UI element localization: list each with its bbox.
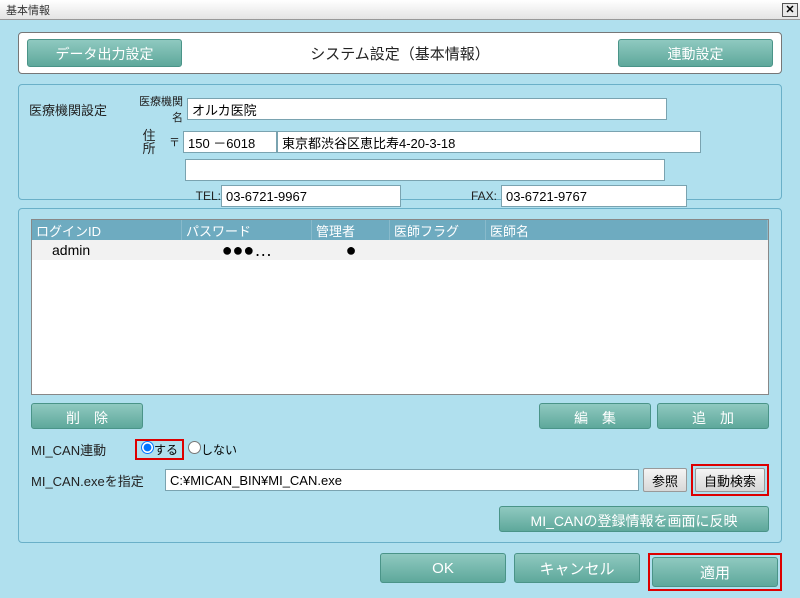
cell-login: admin	[32, 242, 182, 258]
address-label-2: 所	[141, 142, 157, 155]
th-admin: 管理者	[312, 220, 390, 240]
mican-link-label: MI_CAN連動	[31, 440, 131, 459]
zip-label: 〒	[169, 134, 183, 150]
delete-button[interactable]: 削 除	[31, 403, 143, 429]
auto-search-button[interactable]: 自動検索	[695, 468, 765, 492]
table-row[interactable]: admin ●●●… ●	[32, 240, 768, 260]
ok-button[interactable]: OK	[380, 553, 506, 583]
radio-no[interactable]: しない	[188, 441, 237, 458]
users-table[interactable]: ログインID パスワード 管理者 医師フラグ 医師名 admin ●●●… ●	[31, 219, 769, 395]
cell-password: ●●●…	[182, 240, 312, 261]
page-title: システム設定（基本情報）	[192, 43, 608, 64]
th-doctor-flag: 医師フラグ	[390, 220, 486, 240]
cancel-button[interactable]: キャンセル	[514, 553, 640, 583]
address1-input[interactable]	[277, 131, 701, 153]
apply-button[interactable]: 適用	[652, 557, 778, 587]
users-section: ログインID パスワード 管理者 医師フラグ 医師名 admin ●●●… ● …	[18, 208, 782, 543]
link-settings-button[interactable]: 連動設定	[618, 39, 773, 67]
facility-name-input[interactable]	[187, 98, 667, 120]
tel-label: TEL:	[185, 189, 221, 203]
th-password: パスワード	[182, 220, 312, 240]
add-button[interactable]: 追 加	[657, 403, 769, 429]
close-icon[interactable]: ✕	[782, 3, 798, 17]
browse-button[interactable]: 参照	[643, 468, 687, 492]
address2-input[interactable]	[185, 159, 665, 181]
fax-label: FAX:	[461, 189, 497, 203]
reflect-button[interactable]: MI_CANの登録情報を画面に反映	[499, 506, 769, 532]
mican-path-label: MI_CAN.exeを指定	[31, 471, 161, 490]
cell-admin: ●	[312, 240, 390, 261]
edit-button[interactable]: 編 集	[539, 403, 651, 429]
fax-input[interactable]	[501, 185, 687, 207]
th-login: ログインID	[32, 220, 182, 240]
th-doctor-name: 医師名	[486, 220, 768, 240]
window-title: 基本情報	[2, 2, 50, 18]
radio-yes[interactable]: する	[141, 443, 178, 457]
facility-name-label: 医療機関名	[129, 93, 187, 125]
facility-section-label: 医療機関設定	[29, 100, 129, 119]
tel-input[interactable]	[221, 185, 401, 207]
facility-section: 医療機関設定 医療機関名 住 所 〒 TEL: FAX:	[18, 84, 782, 200]
zip-input[interactable]	[183, 131, 277, 153]
data-output-button[interactable]: データ出力設定	[27, 39, 182, 67]
mican-path-input[interactable]	[165, 469, 639, 491]
